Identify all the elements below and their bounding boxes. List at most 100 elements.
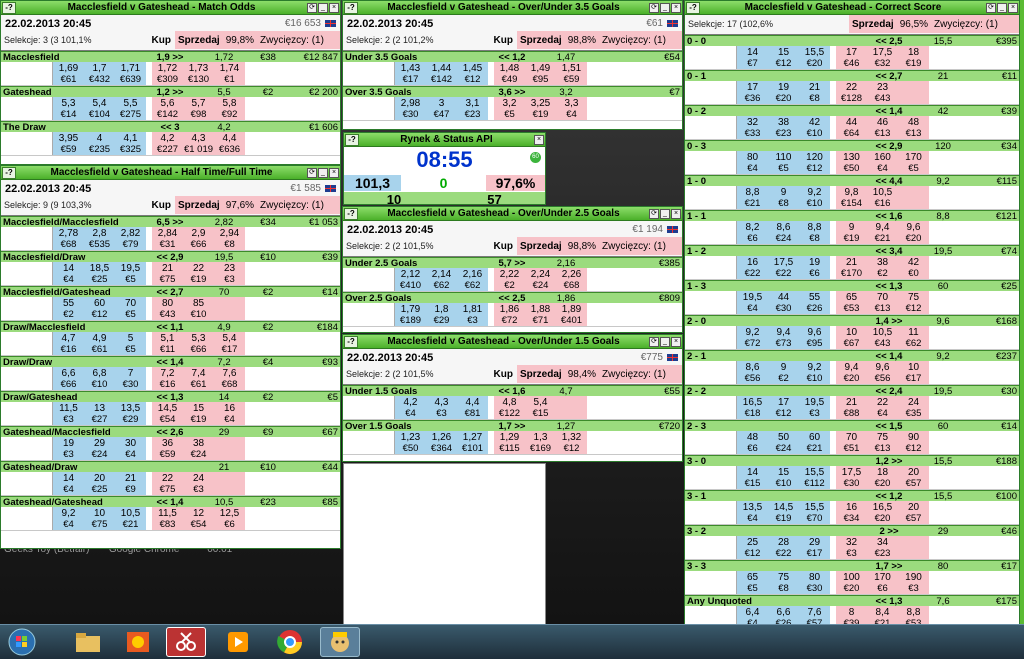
selection-header[interactable]: Gateshead/Macclesfield << 2,6 29 €9 €67: [1, 426, 340, 438]
lay-price-cell[interactable]: 24 €35: [898, 396, 929, 419]
lay-price-cell[interactable]: 5,3 €66: [183, 332, 214, 355]
position-pnl[interactable]: [245, 97, 340, 120]
back-price-cell[interactable]: 2,12 €410: [395, 268, 426, 291]
back-price-cell[interactable]: 13,5 €29: [115, 402, 146, 425]
selection-header[interactable]: Macclesfield/Draw << 2,9 19,5 €10 €39: [1, 251, 340, 263]
position-cell[interactable]: [685, 151, 737, 174]
lay-price-cell[interactable]: 2,84 €31: [152, 227, 183, 250]
lay-price-cell[interactable]: 1,89 €401: [556, 303, 587, 326]
selection-header[interactable]: The Draw << 3 4,2 €1 606: [1, 121, 340, 133]
lay-price-cell[interactable]: 10,5 €16: [867, 186, 898, 209]
title-bar[interactable]: -? Rynek & Status API ×: [344, 133, 545, 147]
ou25-window[interactable]: -? Macclesfield v Gateshead - Over/Under …: [342, 206, 683, 333]
position-cell[interactable]: [685, 361, 737, 384]
back-price-cell[interactable]: 15 €12: [768, 46, 799, 69]
lay-price-cell[interactable]: 2,9 €66: [183, 227, 214, 250]
minimize-icon[interactable]: _: [997, 2, 1007, 13]
back-price-cell[interactable]: 6,6 €66: [53, 367, 84, 390]
back-price-cell[interactable]: 3,1 €23: [457, 97, 488, 120]
lay-price-cell[interactable]: 1,88 €71: [525, 303, 556, 326]
selection-header[interactable]: Any Unquoted << 1,3 7,6 €175: [685, 595, 1019, 607]
lay-price-cell[interactable]: 5,4 €15: [525, 396, 556, 419]
position-pnl[interactable]: [587, 268, 682, 291]
lay-price-cell[interactable]: [898, 81, 929, 104]
lay-price-cell[interactable]: 1,86 €72: [494, 303, 525, 326]
position-cell[interactable]: [1, 62, 53, 85]
position-cell[interactable]: [685, 221, 737, 244]
back-price-cell[interactable]: 9 €2: [768, 361, 799, 384]
minimize-icon[interactable]: _: [660, 336, 670, 347]
position-cell[interactable]: [1, 262, 53, 285]
position-cell[interactable]: [1, 367, 53, 390]
back-price-cell[interactable]: 19 €6: [799, 256, 830, 279]
refresh-icon[interactable]: ⟳: [307, 2, 317, 13]
position-pnl[interactable]: [929, 501, 1019, 524]
position-pnl[interactable]: [587, 62, 682, 85]
lay-price-cell[interactable]: 10 €67: [836, 326, 867, 349]
lay-price-cell[interactable]: 1,73 €130: [183, 62, 214, 85]
back-price-cell[interactable]: 55 €2: [53, 297, 84, 320]
title-bar[interactable]: -? Macclesfield v Gateshead - Half Time/F…: [1, 166, 340, 180]
position-cell[interactable]: [685, 46, 737, 69]
back-price-cell[interactable]: 2,98 €30: [395, 97, 426, 120]
back-price-cell[interactable]: 4,2 €4: [395, 396, 426, 419]
back-price-cell[interactable]: 30 €4: [115, 437, 146, 460]
lay-price-cell[interactable]: 1,3 €169: [525, 431, 556, 454]
help-icon[interactable]: -?: [344, 207, 358, 220]
lay-price-cell[interactable]: 42 €0: [898, 256, 929, 279]
position-pnl[interactable]: [929, 326, 1019, 349]
position-pnl[interactable]: [587, 431, 682, 454]
position-pnl[interactable]: [929, 536, 1019, 559]
back-price-cell[interactable]: 1,23 €50: [395, 431, 426, 454]
back-price-cell[interactable]: 1,26 €364: [426, 431, 457, 454]
refresh-icon[interactable]: ⟳: [986, 2, 996, 13]
position-pnl[interactable]: [929, 466, 1019, 489]
back-price-cell[interactable]: 9,2 €4: [53, 507, 84, 530]
position-cell[interactable]: [1, 97, 53, 120]
selection-header[interactable]: 0 - 0 << 2,5 15,5 €395: [685, 35, 1019, 47]
selection-header[interactable]: Macclesfield/Gateshead << 2,7 70 €2 €14: [1, 286, 340, 298]
lay-price-cell[interactable]: 5,4 €17: [214, 332, 245, 355]
selection-header[interactable]: 1 - 0 << 4,4 9,2 €115: [685, 175, 1019, 187]
back-price-cell[interactable]: 28 €22: [768, 536, 799, 559]
position-pnl[interactable]: [929, 221, 1019, 244]
lay-price-cell[interactable]: 1,72 €309: [152, 62, 183, 85]
position-pnl[interactable]: [929, 46, 1019, 69]
back-price-cell[interactable]: 9,2 €10: [799, 186, 830, 209]
position-pnl[interactable]: [245, 332, 340, 355]
refresh-icon[interactable]: ⟳: [649, 208, 659, 219]
lay-price-cell[interactable]: 12,5 €6: [214, 507, 245, 530]
position-pnl[interactable]: [587, 396, 682, 419]
position-cell[interactable]: [343, 268, 395, 291]
back-price-cell[interactable]: 21 €9: [115, 472, 146, 495]
refresh-icon[interactable]: ⟳: [307, 167, 317, 178]
minimize-icon[interactable]: _: [660, 208, 670, 219]
lay-price-cell[interactable]: 17,5 €32: [867, 46, 898, 69]
back-price-cell[interactable]: 11,5 €3: [53, 402, 84, 425]
lay-price-cell[interactable]: 11 €62: [898, 326, 929, 349]
back-price-cell[interactable]: 14 €7: [737, 46, 768, 69]
back-price-cell[interactable]: 14 €4: [53, 262, 84, 285]
lay-price-cell[interactable]: 11,5 €83: [152, 507, 183, 530]
back-price-cell[interactable]: 55 €26: [799, 291, 830, 314]
lay-price-cell[interactable]: 22 €19: [183, 262, 214, 285]
position-pnl[interactable]: [929, 571, 1019, 594]
back-price-cell[interactable]: 2,82 €79: [115, 227, 146, 250]
back-price-cell[interactable]: 75 €8: [768, 571, 799, 594]
selection-header[interactable]: 3 - 2 2 >> 29 €46: [685, 525, 1019, 537]
position-cell[interactable]: [685, 536, 737, 559]
back-price-cell[interactable]: 15,5 €20: [799, 46, 830, 69]
position-cell[interactable]: [343, 97, 395, 120]
start-button[interactable]: [2, 627, 42, 657]
position-pnl[interactable]: [929, 396, 1019, 419]
title-bar[interactable]: -? Macclesfield v Gateshead - Over/Under …: [343, 335, 682, 349]
back-price-cell[interactable]: 8,2 €6: [737, 221, 768, 244]
lay-price-cell[interactable]: 34 €23: [867, 536, 898, 559]
lay-price-cell[interactable]: 14,5 €54: [152, 402, 183, 425]
selection-header[interactable]: Draw/Macclesfield << 1,1 4,9 €2 €184: [1, 321, 340, 333]
back-price-cell[interactable]: 4,4 €81: [457, 396, 488, 419]
back-price-cell[interactable]: 44 €30: [768, 291, 799, 314]
back-price-cell[interactable]: 3 €47: [426, 97, 457, 120]
position-pnl[interactable]: [929, 431, 1019, 454]
lay-price-cell[interactable]: 21 €75: [152, 262, 183, 285]
